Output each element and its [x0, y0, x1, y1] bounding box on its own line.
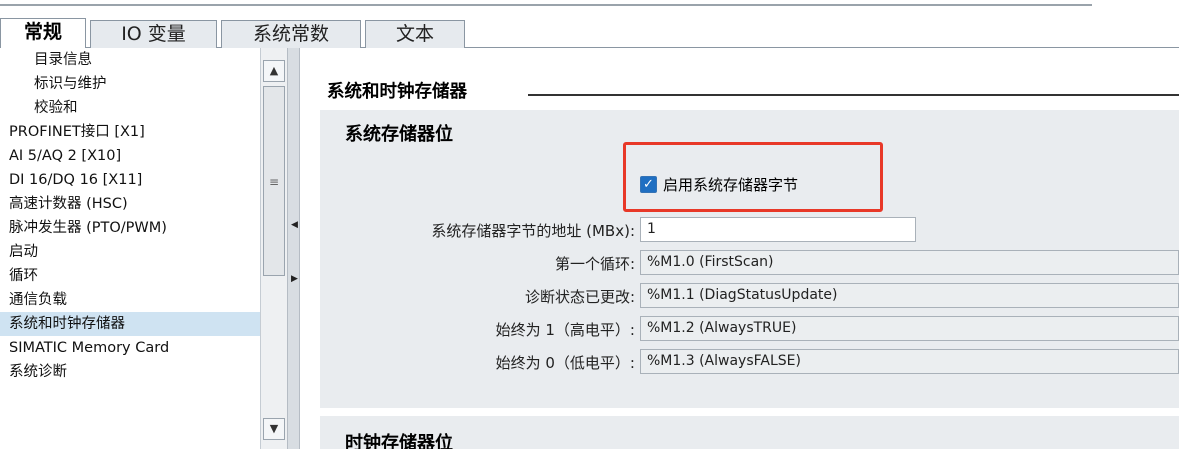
always-true-label: 始终为 1（高电平）:: [495, 321, 635, 339]
tree-item-checksum[interactable]: 校验和: [0, 96, 260, 120]
tab-texts[interactable]: 文本: [365, 20, 465, 49]
enable-system-memory-row[interactable]: ✓ 启用系统存储器字节: [640, 172, 798, 196]
address-row: 系统存储器字节的地址 (MBx): 1: [320, 216, 1179, 244]
tree-item-memory-card[interactable]: SIMATIC Memory Card: [0, 336, 260, 360]
first-cycle-field: %M1.0 (FirstScan): [640, 250, 1179, 275]
tab-general[interactable]: 常规: [0, 18, 86, 49]
diag-status-label: 诊断状态已更改:: [524, 288, 635, 306]
tree-item-pulse-generator[interactable]: 脉冲发生器 (PTO/PWM): [0, 216, 260, 240]
grip-icon: ≡: [269, 175, 280, 189]
section-divider: [528, 94, 1179, 96]
tree-item-catalog-info[interactable]: 目录信息: [0, 48, 260, 72]
address-input[interactable]: 1: [640, 217, 916, 242]
diag-status-field: %M1.1 (DiagStatusUpdate): [640, 283, 1179, 308]
property-row: 始终为 0（低电平）: %M1.3 (AlwaysFALSE): [320, 348, 1179, 376]
clock-memory-panel: 时钟存储器位: [320, 416, 1179, 449]
tree-item-analog-io[interactable]: AI 5/AQ 2 [X10]: [0, 144, 260, 168]
tree-item-identification[interactable]: 标识与维护: [0, 72, 260, 96]
top-divider: [0, 4, 1092, 6]
expand-right-icon[interactable]: ▶: [291, 274, 298, 284]
tree-item-cycle[interactable]: 循环: [0, 264, 260, 288]
navigation-tree: 目录信息 标识与维护 校验和 PROFINET接口 [X1] AI 5/AQ 2…: [0, 48, 260, 449]
tree-item-system-diagnostics[interactable]: 系统诊断: [0, 360, 260, 384]
scroll-up-icon[interactable]: ▲: [263, 60, 285, 82]
tree-item-profinet[interactable]: PROFINET接口 [X1]: [0, 120, 260, 144]
always-false-field: %M1.3 (AlwaysFALSE): [640, 349, 1179, 374]
top-strip: [0, 0, 1179, 12]
panel-title: 系统存储器位: [345, 124, 453, 145]
enable-system-memory-label: 启用系统存储器字节: [663, 175, 799, 194]
properties-pane: 系统和时钟存储器 系统存储器位 ✓ 启用系统存储器字节 系统存储器字节的地址 (…: [300, 48, 1179, 449]
checkbox-checked-icon[interactable]: ✓: [640, 175, 657, 193]
scroll-thumb[interactable]: ≡: [263, 86, 285, 276]
tree-item-startup[interactable]: 启动: [0, 240, 260, 264]
address-label: 系统存储器字节的地址 (MBx):: [431, 222, 635, 240]
tree-item-digital-io[interactable]: DI 16/DQ 16 [X11]: [0, 168, 260, 192]
clock-memory-title: 时钟存储器位: [345, 433, 453, 449]
first-cycle-label: 第一个循环:: [554, 255, 635, 273]
tree-scrollbar[interactable]: ▲ ≡ ▼: [260, 48, 287, 449]
tab-system-constants[interactable]: 系统常数: [221, 20, 361, 49]
pane-splitter[interactable]: ◀ ▶: [287, 48, 300, 449]
always-false-label: 始终为 0（低电平）:: [495, 354, 635, 372]
property-row: 始终为 1（高电平）: %M1.2 (AlwaysTRUE): [320, 315, 1179, 343]
property-row: 第一个循环: %M1.0 (FirstScan): [320, 249, 1179, 277]
section-title: 系统和时钟存储器: [327, 82, 467, 102]
collapse-left-icon[interactable]: ◀: [291, 220, 298, 230]
system-memory-panel: 系统存储器位 ✓ 启用系统存储器字节 系统存储器字节的地址 (MBx): 1 第…: [320, 110, 1179, 408]
scroll-down-icon[interactable]: ▼: [263, 418, 285, 440]
tab-bar: 常规 IO 变量 系统常数 文本: [0, 12, 1179, 49]
tree-item-hsc[interactable]: 高速计数器 (HSC): [0, 192, 260, 216]
tree-item-system-clock-memory[interactable]: 系统和时钟存储器: [0, 312, 260, 336]
property-row: 诊断状态已更改: %M1.1 (DiagStatusUpdate): [320, 282, 1179, 310]
tree-item-comm-load[interactable]: 通信负载: [0, 288, 260, 312]
always-true-field: %M1.2 (AlwaysTRUE): [640, 316, 1179, 341]
tab-io-variables[interactable]: IO 变量: [90, 20, 217, 49]
